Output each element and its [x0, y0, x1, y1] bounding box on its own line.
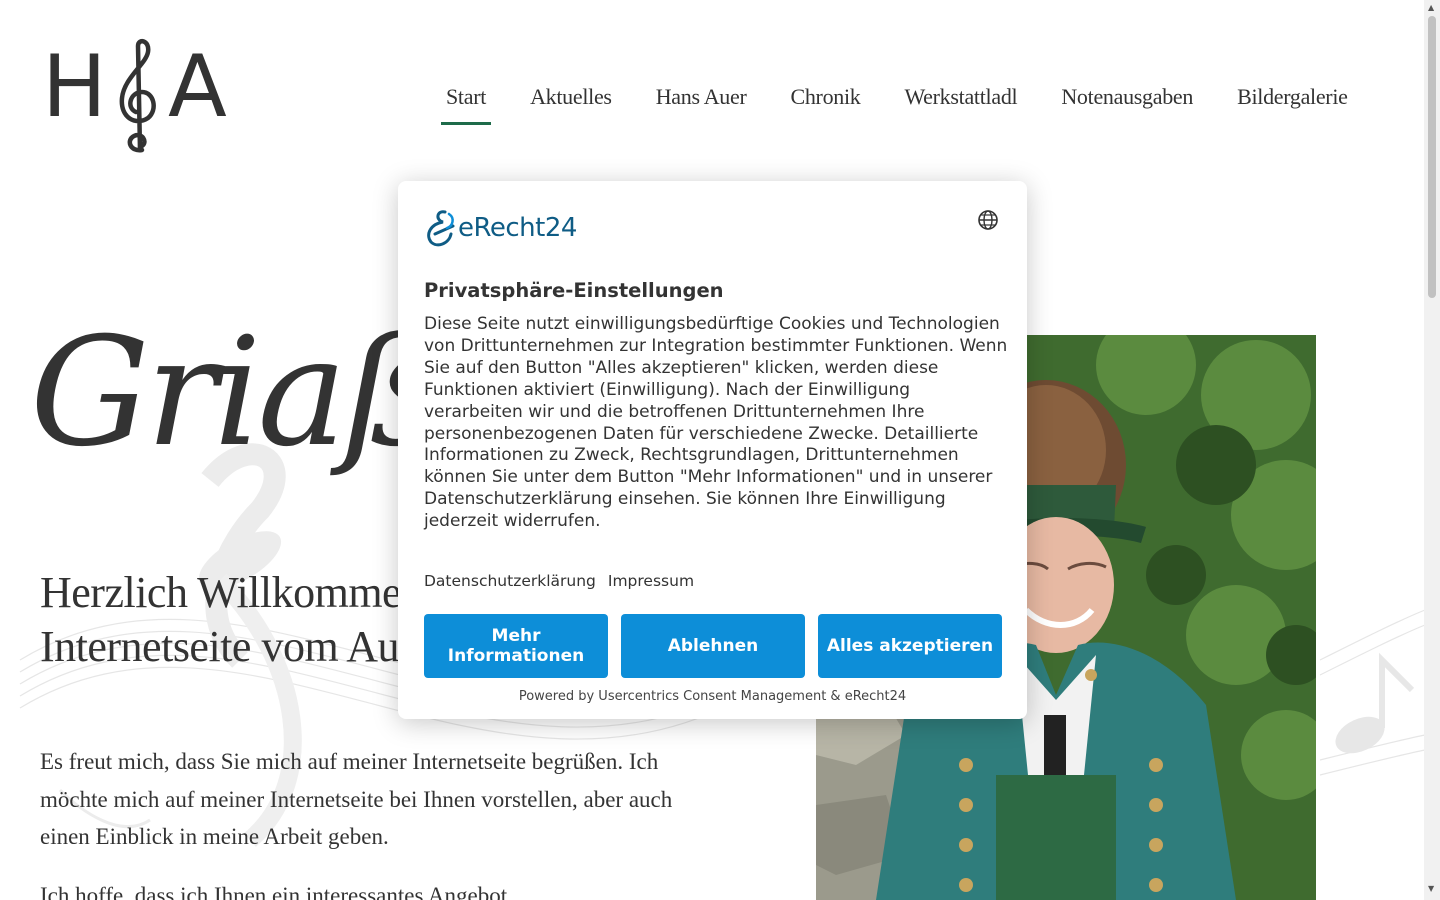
nav-werkstattladl[interactable]: Werkstattladl: [904, 84, 1017, 110]
consent-links: Datenschutzerklärung Impressum: [424, 572, 706, 590]
treble-clef-icon: [119, 38, 156, 153]
page-scrollbar[interactable]: ▲ ▼: [1424, 0, 1440, 900]
site-logo[interactable]: H A: [42, 38, 242, 158]
more-info-button[interactable]: Mehr Informationen: [424, 614, 608, 678]
brand-name: eRecht24: [458, 213, 577, 243]
powered-by-text: Powered by Usercentrics Consent Manageme…: [518, 689, 907, 704]
consent-buttons: Mehr Informationen Ablehnen Alles akzept…: [424, 614, 1002, 678]
logo-letter-h: H: [42, 37, 107, 137]
scrollbar-thumb[interactable]: [1428, 16, 1436, 298]
main-navigation: Start Aktuelles Hans Auer Chronik Werkst…: [440, 84, 1348, 125]
nav-bildergalerie[interactable]: Bildergalerie: [1237, 84, 1348, 110]
arrow-down-icon[interactable]: ▼: [1428, 884, 1434, 893]
privacy-policy-link[interactable]: Datenschutzerklärung: [424, 572, 596, 590]
script-heading: Griaß: [30, 306, 443, 480]
consent-title: Privatsphäre-Einstellungen: [424, 279, 724, 302]
accept-all-button[interactable]: Alles akzeptieren: [818, 614, 1002, 678]
nav-start[interactable]: Start: [440, 84, 492, 125]
globe-icon[interactable]: [977, 209, 999, 231]
erecht24-mark-icon: [427, 210, 455, 247]
consent-dialog: eRecht24 Privatsphäre-Einstellungen Dies…: [398, 181, 1027, 719]
second-paragraph: Ich hoffe, dass ich Ihnen ein interessan…: [40, 883, 508, 900]
arrow-up-icon[interactable]: ▲: [1428, 3, 1434, 12]
consent-text: Diese Seite nutzt einwilligungsbedürftig…: [424, 314, 1008, 532]
nav-chronik[interactable]: Chronik: [790, 84, 860, 110]
intro-paragraph: Es freut mich, dass Sie mich auf meiner …: [40, 749, 673, 849]
erecht24-logo: eRecht24: [423, 208, 577, 248]
decline-button[interactable]: Ablehnen: [621, 614, 805, 678]
logo-letter-a: A: [168, 37, 227, 137]
nav-hans-auer[interactable]: Hans Auer: [656, 84, 747, 110]
nav-aktuelles[interactable]: Aktuelles: [530, 84, 612, 110]
nav-notenausgaben[interactable]: Notenausgaben: [1061, 84, 1193, 110]
imprint-link[interactable]: Impressum: [608, 572, 694, 590]
